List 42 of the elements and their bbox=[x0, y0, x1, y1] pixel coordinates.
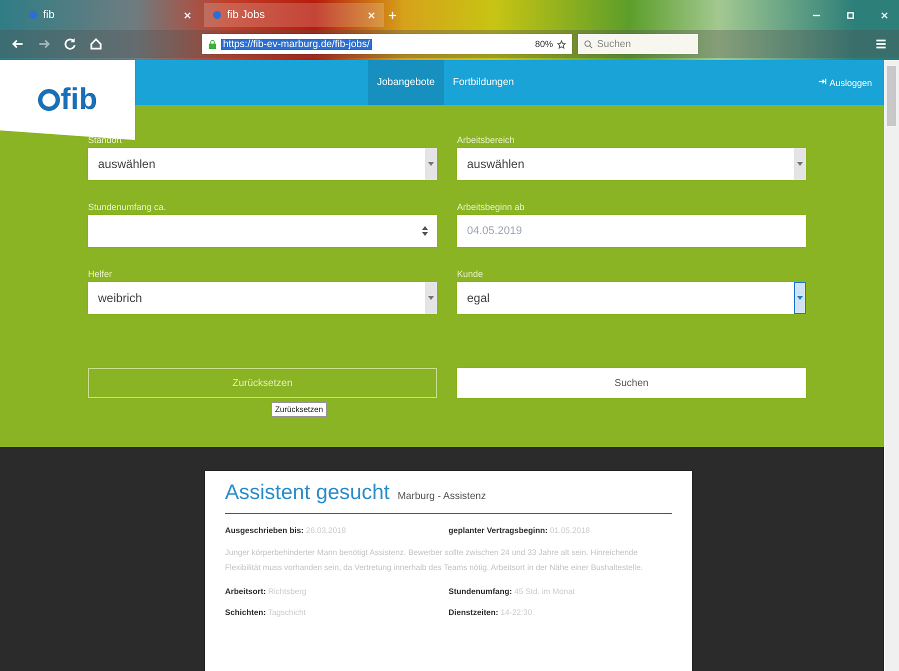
maximize-icon[interactable] bbox=[846, 10, 854, 20]
close-icon[interactable] bbox=[367, 10, 376, 20]
home-icon[interactable] bbox=[89, 37, 103, 51]
url-text: https://fib-ev-marburg.de/fib-jobs/ bbox=[221, 38, 372, 50]
field-label: Stundenumfang ca. bbox=[88, 202, 168, 213]
number-field[interactable] bbox=[88, 215, 437, 247]
nav-link[interactable]: Jobangebote bbox=[368, 60, 444, 105]
forward-icon[interactable] bbox=[37, 37, 51, 51]
job-subtitle: Marburg - Assistenz bbox=[398, 491, 486, 502]
tooltip: Zurücksetzen bbox=[271, 402, 328, 417]
job-description: Junger körperbehinderter Mann benötigt Assistenz. Bewerber sollte zwischen 24 und 33 Jahre alt sein. Hinreichende Flexibilität muss vorhanden sein, da Vertretung innerhalb des Teams nötig. Arbeitsort in der Nähe einer Bushaltestelle. bbox=[225, 547, 644, 574]
browser-tab[interactable]: fib Jobs bbox=[204, 3, 384, 27]
reload-icon[interactable] bbox=[63, 37, 77, 51]
star-icon[interactable] bbox=[557, 40, 566, 48]
tab-title: fib Jobs bbox=[227, 9, 266, 21]
close-icon[interactable] bbox=[880, 10, 888, 20]
field-label: Arbeitsbeginn ab bbox=[457, 202, 526, 213]
lock-icon bbox=[208, 40, 217, 48]
field-label: Arbeitsbereich bbox=[457, 135, 516, 146]
search-field[interactable]: Suchen bbox=[578, 34, 698, 54]
job-title: Assistent gesucht bbox=[225, 481, 390, 505]
spinner-icon bbox=[421, 225, 429, 237]
nav-link[interactable]: Fortbildungen bbox=[444, 60, 523, 105]
field-label: Helfer bbox=[88, 269, 114, 280]
select-field[interactable]: auswählen bbox=[457, 148, 806, 180]
scrollbar[interactable] bbox=[884, 60, 899, 671]
select-field[interactable]: egal bbox=[457, 282, 806, 314]
select-field[interactable]: weibrich bbox=[88, 282, 437, 314]
back-icon[interactable] bbox=[11, 37, 25, 51]
address-bar[interactable]: https://fib-ev-marburg.de/fib-jobs/ 80% bbox=[202, 34, 572, 54]
tab-title: fib bbox=[43, 9, 56, 21]
field-label: Kunde bbox=[457, 269, 484, 280]
search-icon bbox=[584, 40, 593, 48]
menu-icon[interactable] bbox=[874, 37, 888, 51]
browser-tab[interactable]: fib bbox=[20, 3, 200, 27]
logout-icon bbox=[818, 77, 828, 86]
logout-link[interactable]: Ausloggen bbox=[818, 77, 884, 88]
search-button[interactable]: Suchen bbox=[457, 368, 806, 398]
zoom-level[interactable]: 80% bbox=[534, 39, 553, 49]
select-field[interactable]: auswählen bbox=[88, 148, 437, 180]
new-tab-icon[interactable] bbox=[388, 10, 397, 20]
close-icon[interactable] bbox=[183, 10, 192, 20]
